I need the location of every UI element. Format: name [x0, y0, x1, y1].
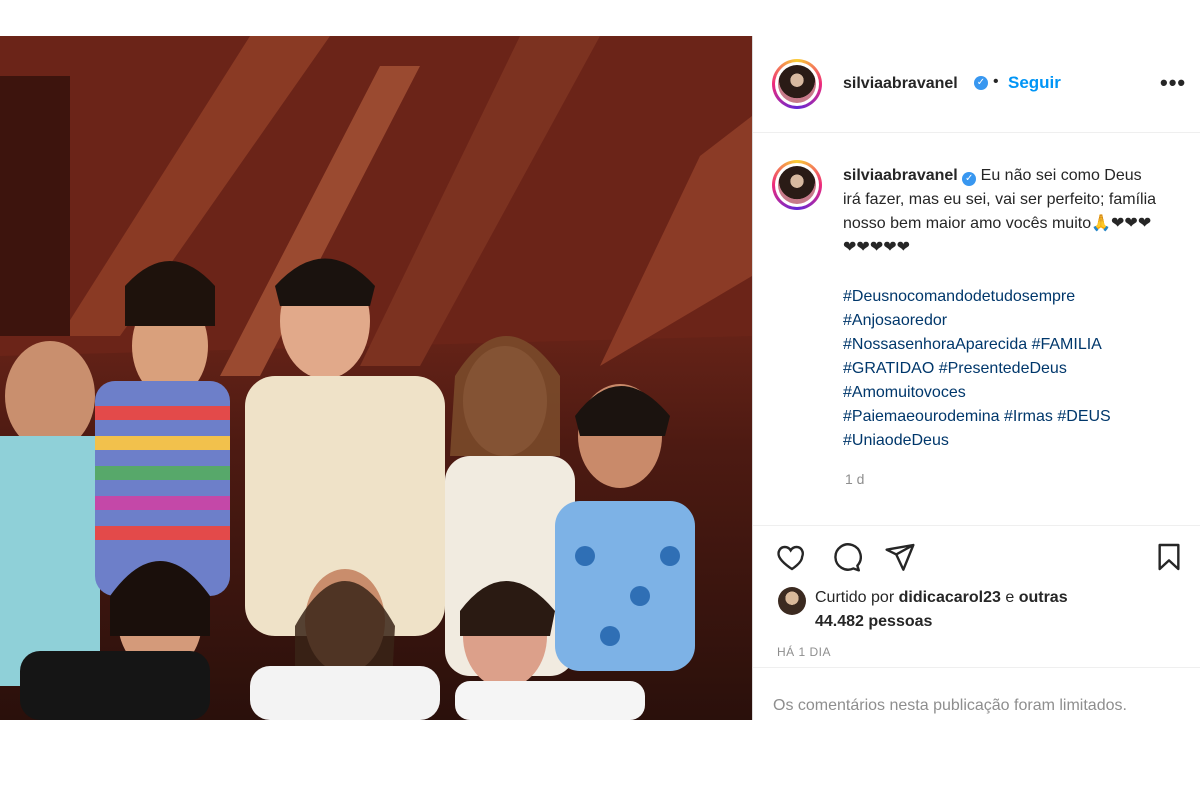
caption: silviaabravanel ✓ Eu não sei como Deus i…: [843, 164, 1163, 260]
verified-badge-icon: ✓: [974, 76, 988, 90]
liker-avatar[interactable]: [778, 587, 806, 615]
hashtag-link[interactable]: #Anjosaoredor: [843, 312, 947, 329]
likes-summary: Curtido por didicacarol23 e outras 44.48…: [815, 586, 1115, 634]
liked-by-prefix: Curtido por: [815, 589, 895, 606]
author-username[interactable]: silviaabravanel: [843, 75, 958, 93]
hashtag-link[interactable]: #PresentedeDeus: [939, 360, 1067, 377]
caption-username[interactable]: silviaabravanel: [843, 167, 958, 184]
verified-badge-icon: ✓: [962, 172, 977, 186]
actions-divider: [753, 525, 1200, 526]
hashtag-link[interactable]: #Irmas: [1004, 408, 1053, 425]
separator-dot: •: [993, 73, 999, 90]
hashtag-link[interactable]: #Deusnocomandodetudosempre: [843, 288, 1075, 305]
hashtag-list: #Deusnocomandodetudosempre #Anjosaoredor…: [843, 285, 1173, 453]
caption-author-avatar[interactable]: [772, 160, 822, 210]
heart-icon[interactable]: [776, 541, 808, 573]
follow-button[interactable]: Seguir: [1008, 73, 1061, 93]
hashtag-link[interactable]: #FAMILIA: [1032, 336, 1102, 353]
hashtag-link[interactable]: #DEUS: [1057, 408, 1110, 425]
author-avatar[interactable]: [772, 59, 822, 109]
post-timestamp[interactable]: HÁ 1 DIA: [777, 645, 831, 659]
more-icon[interactable]: •••: [1160, 70, 1186, 96]
hashtag-link[interactable]: #Amomuitovoces: [843, 384, 966, 401]
share-icon[interactable]: [884, 541, 916, 573]
liked-by-user[interactable]: didicacarol23: [899, 589, 1001, 606]
post-side-panel: silviaabravanel ✓ • Seguir ••• silviaabr…: [753, 36, 1200, 720]
hashtag-link[interactable]: #Paiemaeourodemina: [843, 408, 1000, 425]
comments-divider: [753, 667, 1200, 668]
liked-by-joiner: e: [1005, 589, 1015, 606]
bookmark-icon[interactable]: [1153, 541, 1185, 573]
comments-limited-notice: Os comentários nesta publicação foram li…: [773, 697, 1127, 714]
post-photo[interactable]: [0, 36, 752, 720]
instagram-post: silviaabravanel ✓ • Seguir ••• silviaabr…: [0, 36, 1200, 720]
hashtag-link[interactable]: #UniaodeDeus: [843, 432, 949, 449]
hashtag-link[interactable]: #NossasenhoraAparecida: [843, 336, 1027, 353]
caption-timestamp[interactable]: 1 d: [845, 471, 864, 487]
hashtag-link[interactable]: #GRATIDAO: [843, 360, 934, 377]
family-photo-illustration: [0, 36, 752, 720]
comment-icon[interactable]: [830, 541, 862, 573]
